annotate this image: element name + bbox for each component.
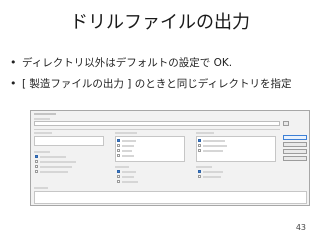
- units-heading: [115, 166, 129, 168]
- radio-label: [122, 145, 134, 147]
- radio-label: [203, 150, 223, 152]
- radio-option[interactable]: [117, 154, 120, 157]
- drill-format-box[interactable]: [34, 136, 104, 146]
- radio-label: [122, 150, 132, 152]
- radio-option[interactable]: [198, 149, 201, 152]
- dialog-title-text: [34, 113, 56, 115]
- bullet-item: • [ 製造ファイルの出力 ] のときと同じディレクトリを指定: [10, 77, 314, 91]
- radio-label: [203, 140, 225, 142]
- separator: [34, 129, 280, 130]
- radio-option[interactable]: [117, 170, 120, 173]
- option-label: [40, 166, 72, 168]
- radio-label: [122, 171, 136, 173]
- radio-option[interactable]: [117, 180, 120, 183]
- zeros-format-heading: [196, 132, 214, 134]
- radio-label: [122, 140, 136, 142]
- radio-option[interactable]: [198, 175, 201, 178]
- drill-options-heading: [34, 132, 52, 134]
- close-button[interactable]: [283, 156, 307, 161]
- radio-option[interactable]: [117, 149, 120, 152]
- bullet-list: • ディレクトリ以外はデフォルトの設定で OK. • [ 製造ファイルの出力 ]…: [10, 56, 314, 98]
- output-directory-label: [34, 118, 50, 120]
- radio-label: [203, 176, 221, 178]
- option-checkbox[interactable]: [35, 170, 38, 173]
- option-checkbox[interactable]: [35, 165, 38, 168]
- bullet-dot-icon: •: [10, 56, 17, 69]
- option-checkbox[interactable]: [35, 155, 38, 158]
- messages-box: [34, 191, 307, 204]
- option-label: [40, 171, 68, 173]
- bullet-item: • ディレクトリ以外はデフォルトの設定で OK.: [10, 56, 314, 70]
- map-format-heading: [115, 132, 137, 134]
- bullet-dot-icon: •: [10, 77, 17, 90]
- option-label: [40, 161, 76, 163]
- radio-label: [122, 176, 134, 178]
- radio-option[interactable]: [198, 139, 201, 142]
- browse-button[interactable]: [283, 121, 289, 126]
- radio-option[interactable]: [198, 170, 201, 173]
- radio-label: [203, 145, 227, 147]
- bullet-text: ディレクトリ以外はデフォルトの設定で OK.: [22, 57, 233, 69]
- radio-option[interactable]: [117, 175, 120, 178]
- option-checkbox[interactable]: [35, 160, 38, 163]
- slide-title: ドリルファイルの出力: [70, 12, 250, 33]
- radio-label: [122, 155, 134, 157]
- drill-map-heading: [34, 151, 50, 153]
- radio-label: [122, 181, 138, 183]
- generate-map-file-button[interactable]: [283, 142, 307, 147]
- messages-heading: [34, 187, 48, 189]
- output-directory-field[interactable]: [34, 121, 280, 126]
- drill-file-dialog-screenshot: [30, 110, 310, 206]
- generate-drill-file-button[interactable]: [283, 135, 307, 140]
- radio-label: [203, 171, 223, 173]
- origin-heading: [196, 166, 212, 168]
- radio-option[interactable]: [117, 144, 120, 147]
- radio-option[interactable]: [198, 144, 201, 147]
- page-number: 43: [295, 223, 306, 232]
- generate-report-button[interactable]: [283, 149, 307, 154]
- radio-option[interactable]: [117, 139, 120, 142]
- option-label: [40, 156, 66, 158]
- bullet-text: [ 製造ファイルの出力 ] のときと同じディレクトリを指定: [22, 78, 292, 90]
